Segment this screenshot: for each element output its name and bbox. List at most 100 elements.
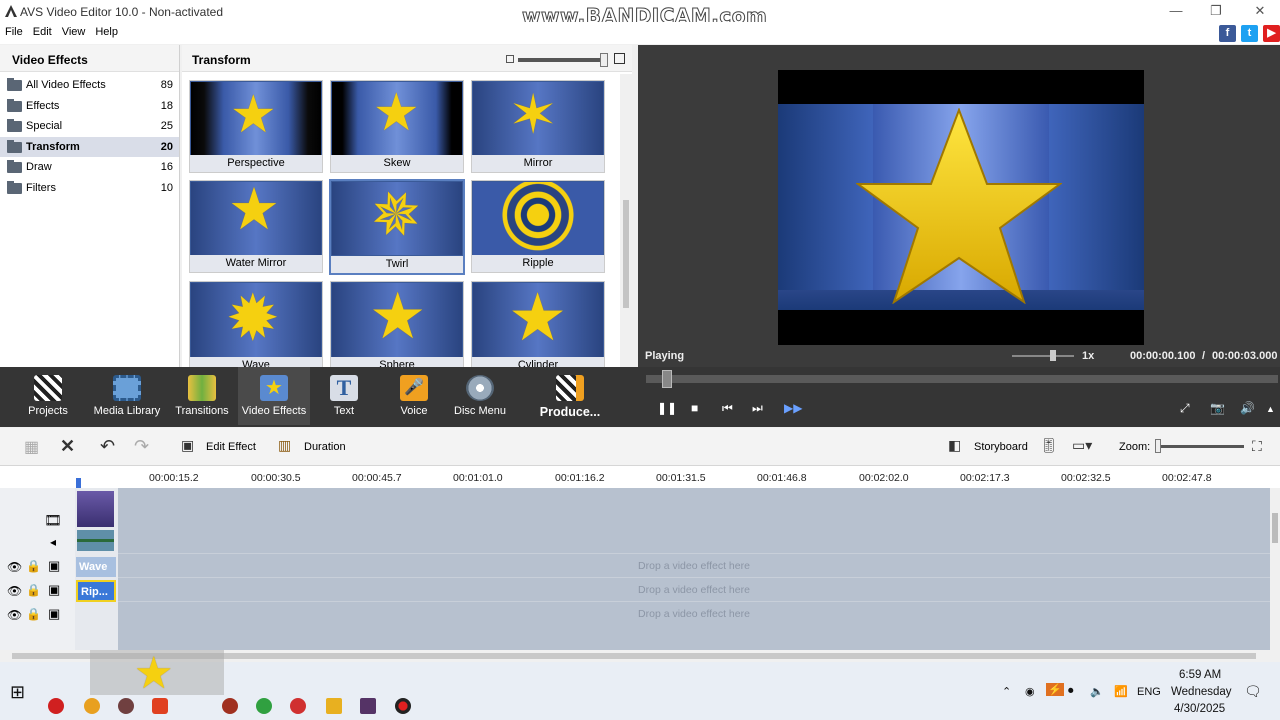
category-transform[interactable]: Transform 20 [0,136,179,157]
volume-icon[interactable]: 🔊 [1240,401,1255,415]
select-icon[interactable]: ▦ [24,437,39,457]
clock-date[interactable]: 4/30/2025 [1174,703,1225,715]
eye-icon[interactable]: 👁 [7,608,22,622]
small-thumb-icon[interactable] [506,55,514,63]
bandicam-icon[interactable] [395,698,411,714]
menu-view[interactable]: View [57,22,91,38]
effect-perspective[interactable]: ★ Perspective [189,80,323,173]
fullscreen-icon[interactable]: ⤢ [1180,401,1190,416]
category-special[interactable]: Special 25 [0,116,179,137]
close-button[interactable]: ✕ [1248,2,1272,20]
menu-file[interactable]: File [0,22,28,38]
seek-handle[interactable] [662,370,672,388]
menu-help[interactable]: Help [90,22,123,38]
previous-frame-button[interactable]: ⏮ [722,401,733,416]
thumbnail-size-slider[interactable] [518,58,608,62]
lock-icon[interactable]: 🔒 [26,559,41,573]
eye-icon[interactable]: 👁 [7,560,22,574]
next-frame-button[interactable]: ⏭ [752,401,763,416]
video-clip[interactable] [77,491,114,527]
effect-skew[interactable]: ★ Skew [330,80,464,173]
produce-button[interactable]: Produce... [536,367,604,425]
edit-effect-icon[interactable]: ▣ [181,437,194,454]
ripple-effect-clip[interactable]: Rip... [76,580,116,602]
duration-icon[interactable]: ▥ [278,437,291,454]
undo-icon[interactable]: ↶ [100,436,115,457]
eye-icon[interactable]: 👁 [7,584,22,598]
effect-water-mirror[interactable]: ★ Water Mirror [189,180,323,273]
zoom-slider-handle[interactable] [1155,439,1161,453]
youtube-icon[interactable] [152,698,168,714]
media-library-button[interactable]: Media Library [92,367,162,425]
timeline-ruler[interactable]: 00:00:15.2 00:00:30.5 00:00:45.7 00:01:0… [0,466,1280,488]
storyboard-button[interactable]: Storyboard [974,441,1028,453]
frame-step-button[interactable]: ▶▶ [784,401,802,415]
snapshot-icon[interactable]: 📷 [1210,401,1225,415]
effect-cylinder[interactable]: ★ Cylinder [471,281,605,374]
effect-drop-zone[interactable]: Drop a video effect here [118,553,1270,577]
file-explorer-icon[interactable] [326,698,342,714]
chrome-icon[interactable] [256,698,272,714]
duration-button[interactable]: Duration [304,441,346,453]
delete-icon[interactable]: ✕ [60,436,75,457]
minimize-button[interactable]: — [1164,2,1188,20]
effect-wave[interactable]: ✹ Wave [189,281,323,374]
clock-day[interactable]: Wednesday [1171,686,1232,698]
effect-drop-zone[interactable]: Drop a video effect here [118,577,1270,601]
tray-recording-icon[interactable]: ⏺ [1068,685,1074,698]
projects-button[interactable]: Projects [18,367,78,425]
playhead-marker[interactable] [76,478,81,488]
language-indicator[interactable]: ENG [1137,686,1161,698]
effect-sphere[interactable]: ★ Sphere [330,281,464,374]
app-icon[interactable] [118,698,134,714]
audio-clip[interactable] [77,530,114,551]
speed-slider[interactable] [1012,355,1074,357]
effect-drop-zone[interactable]: Drop a video effect here [118,601,1270,625]
zoom-slider[interactable] [1156,445,1244,448]
notification-icon[interactable]: 🗨 [1244,683,1262,700]
clock-time[interactable]: 6:59 AM [1179,669,1221,681]
youtube-icon[interactable]: ▶ [1263,25,1280,42]
tray-app-icon[interactable]: ⚡ [1046,683,1064,696]
video-effects-button[interactable]: ★ Video Effects [238,367,310,425]
disc-menu-button[interactable]: Disc Menu [450,367,510,425]
menu-edit[interactable]: Edit [28,22,57,38]
lock-icon[interactable]: 🔒 [26,607,41,621]
edit-effect-button[interactable]: Edit Effect [206,441,256,453]
chrome-icon[interactable] [84,698,100,714]
tray-expand-icon[interactable]: ⌃ [1002,685,1011,698]
timeline-vertical-scrollbar[interactable] [1270,488,1280,650]
effect-mirror[interactable]: ✶ Mirror [471,80,605,173]
effect-ripple[interactable]: Ripple [471,180,605,273]
text-button[interactable]: T Text [316,367,372,425]
wave-effect-clip[interactable]: Wave [76,557,116,577]
stop-button[interactable]: ■ [691,401,698,415]
chrome-icon[interactable] [290,698,306,714]
app-icon[interactable] [222,698,238,714]
windows-start-icon[interactable]: ⊞ [10,682,25,703]
speaker-icon[interactable]: 🔈 [1090,685,1104,698]
large-thumb-icon[interactable] [614,53,625,64]
facebook-icon[interactable]: f [1219,25,1236,42]
audio-mixer-icon[interactable]: 🎚 [1040,437,1058,454]
app-icon[interactable] [48,698,64,714]
restore-button[interactable]: ❐ [1204,2,1228,20]
tray-app-icon[interactable]: ◉ [1025,685,1035,698]
timeline-tracks[interactable]: Drop a video effect here Drop a video ef… [0,488,1270,650]
wifi-icon[interactable]: 📶 [1114,685,1128,698]
volume-up-icon[interactable]: ▲ [1266,404,1275,414]
lock-icon[interactable]: 🔒 [26,583,41,597]
seek-bar[interactable] [646,370,1278,388]
avs-editor-icon[interactable] [360,698,376,714]
transitions-button[interactable]: Transitions [172,367,232,425]
category-draw[interactable]: Draw 16 [0,157,179,178]
redo-icon[interactable]: ↷ [134,436,149,457]
scrollbar-thumb[interactable] [623,200,629,308]
category-all-video-effects[interactable]: All Video Effects 89 [0,75,179,96]
view-options-icon[interactable]: ▭▾ [1072,437,1092,454]
speed-slider-handle[interactable] [1050,350,1056,361]
category-effects[interactable]: Effects 18 [0,96,179,117]
category-filters[interactable]: Filters 10 [0,178,179,199]
effect-twirl[interactable]: ✵ Twirl [329,173,465,275]
fit-timeline-icon[interactable]: ⛶ [1252,438,1262,455]
